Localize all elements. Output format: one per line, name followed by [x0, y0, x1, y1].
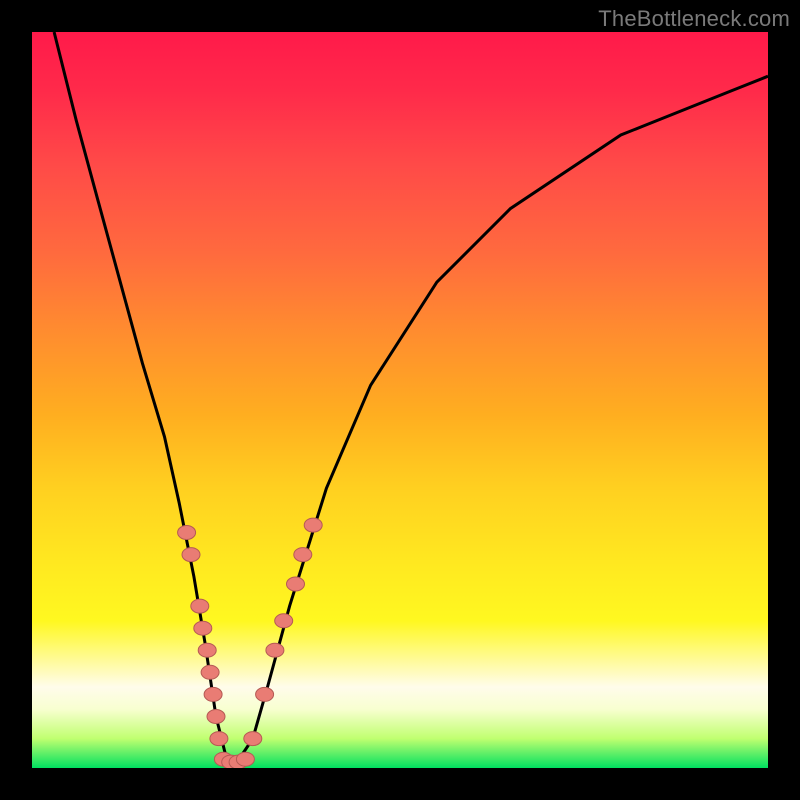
bead-marker — [287, 577, 305, 591]
bead-marker — [198, 643, 216, 657]
bead-marker — [178, 526, 196, 540]
bead-marker — [207, 710, 225, 724]
curve-svg — [32, 32, 768, 768]
plot-area — [32, 32, 768, 768]
beads-group — [178, 518, 323, 768]
bead-marker — [191, 599, 209, 613]
bead-marker — [294, 548, 312, 562]
bead-marker — [266, 643, 284, 657]
bead-marker — [204, 687, 222, 701]
bead-marker — [201, 665, 219, 679]
bead-marker — [304, 518, 322, 532]
bead-marker — [236, 752, 254, 766]
bead-marker — [194, 621, 212, 635]
bead-marker — [256, 687, 274, 701]
bottleneck-curve — [54, 32, 768, 761]
bead-marker — [275, 614, 293, 628]
outer-frame: TheBottleneck.com — [0, 0, 800, 800]
bead-marker — [182, 548, 200, 562]
bead-marker — [244, 732, 262, 746]
bead-marker — [210, 732, 228, 746]
watermark-text: TheBottleneck.com — [598, 6, 790, 32]
